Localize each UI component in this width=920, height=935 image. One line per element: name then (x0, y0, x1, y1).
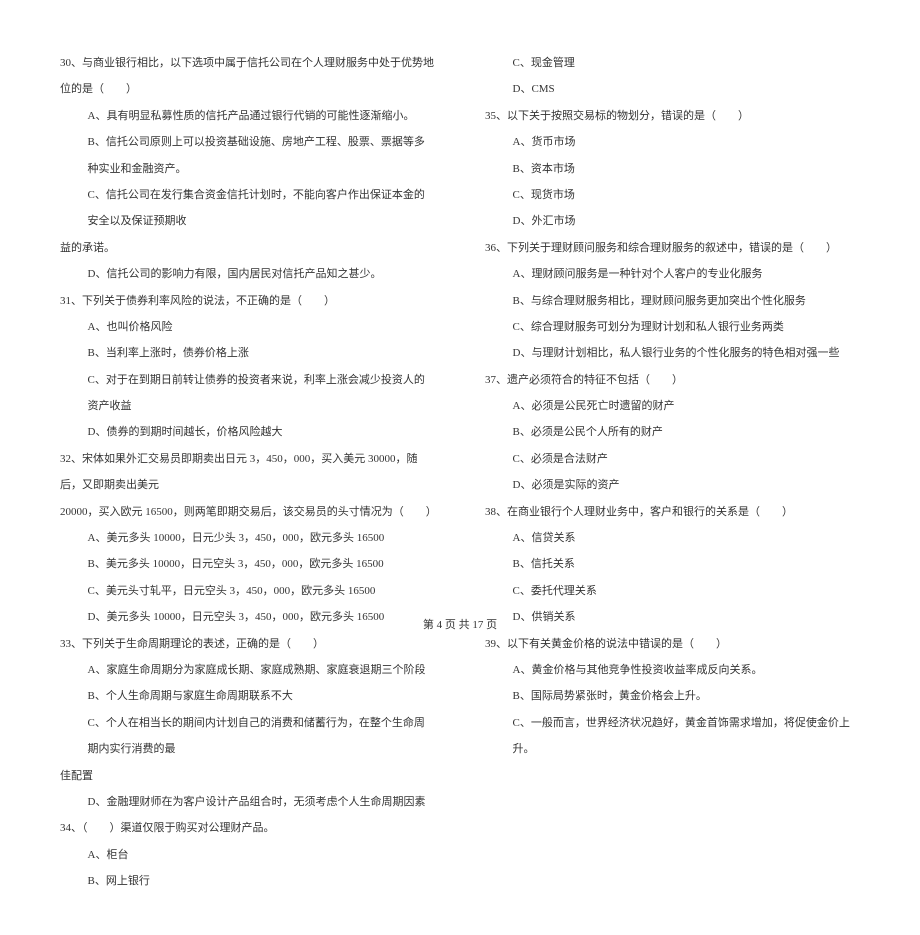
question-31: 31、下列关于债券利率风险的说法，不正确的是（ ） (60, 288, 435, 314)
option-35c: C、现货市场 (485, 182, 860, 208)
left-column: 30、与商业银行相比，以下选项中属于信托公司在个人理财服务中处于优势地位的是（ … (60, 50, 435, 895)
question-36: 36、下列关于理财顾问服务和综合理财服务的叙述中，错误的是（ ） (485, 235, 860, 261)
option-34b: B、网上银行 (60, 868, 435, 894)
question-38: 38、在商业银行个人理财业务中，客户和银行的关系是（ ） (485, 499, 860, 525)
option-38c: C、委托代理关系 (485, 578, 860, 604)
option-39c: C、一般而言，世界经济状况趋好，黄金首饰需求增加，将促使金价上升。 (485, 710, 860, 763)
option-31c: C、对于在到期日前转让债券的投资者来说，利率上涨会减少投资人的资产收益 (60, 367, 435, 420)
question-39: 39、以下有关黄金价格的说法中错误的是（ ） (485, 631, 860, 657)
question-35: 35、以下关于按照交易标的物划分，错误的是（ ） (485, 103, 860, 129)
option-30d: D、信托公司的影响力有限，国内居民对信托产品知之甚少。 (60, 261, 435, 287)
option-32a: A、美元多头 10000，日元少头 3，450，000，欧元多头 16500 (60, 525, 435, 551)
question-37: 37、遗产必须符合的特征不包括（ ） (485, 367, 860, 393)
option-31d: D、债券的到期时间越长，价格风险越大 (60, 419, 435, 445)
page-footer: 第 4 页 共 17 页 (0, 616, 920, 632)
page-content: 30、与商业银行相比，以下选项中属于信托公司在个人理财服务中处于优势地位的是（ … (0, 0, 920, 935)
option-34c: C、现金管理 (485, 50, 860, 76)
option-36b: B、与综合理财服务相比，理财顾问服务更加突出个性化服务 (485, 288, 860, 314)
option-36d: D、与理财计划相比，私人银行业务的个性化服务的特色相对强一些 (485, 340, 860, 366)
option-32b: B、美元多头 10000，日元空头 3，450，000，欧元多头 16500 (60, 551, 435, 577)
option-33c-cont: 佳配置 (60, 763, 435, 789)
option-33c: C、个人在相当长的期间内计划自己的消费和储蓄行为，在整个生命周期内实行消费的最 (60, 710, 435, 763)
option-33b: B、个人生命周期与家庭生命周期联系不大 (60, 683, 435, 709)
right-column: C、现金管理 D、CMS 35、以下关于按照交易标的物划分，错误的是（ ） A、… (485, 50, 860, 895)
option-39b: B、国际局势紧张时，黄金价格会上升。 (485, 683, 860, 709)
option-31a: A、也叫价格风险 (60, 314, 435, 340)
option-37d: D、必须是实际的资产 (485, 472, 860, 498)
option-34d: D、CMS (485, 76, 860, 102)
option-30a: A、具有明显私募性质的信托产品通过银行代销的可能性逐渐缩小。 (60, 103, 435, 129)
option-35d: D、外汇市场 (485, 208, 860, 234)
option-30c: C、信托公司在发行集合资金信托计划时，不能向客户作出保证本金的安全以及保证预期收 (60, 182, 435, 235)
option-33d: D、金融理财师在为客户设计产品组合时，无须考虑个人生命周期因素 (60, 789, 435, 815)
question-34: 34、（ ）渠道仅限于购买对公理财产品。 (60, 815, 435, 841)
question-32: 32、宋体如果外汇交易员即期卖出日元 3，450，000，买入美元 30000，… (60, 446, 435, 499)
option-37c: C、必须是合法财产 (485, 446, 860, 472)
option-36a: A、理财顾问服务是一种针对个人客户的专业化服务 (485, 261, 860, 287)
option-37a: A、必须是公民死亡时遗留的财产 (485, 393, 860, 419)
option-30c-cont: 益的承诺。 (60, 235, 435, 261)
option-33a: A、家庭生命周期分为家庭成长期、家庭成熟期、家庭衰退期三个阶段 (60, 657, 435, 683)
option-32c: C、美元头寸轧平，日元空头 3，450，000，欧元多头 16500 (60, 578, 435, 604)
question-30: 30、与商业银行相比，以下选项中属于信托公司在个人理财服务中处于优势地位的是（ … (60, 50, 435, 103)
option-35b: B、资本市场 (485, 156, 860, 182)
question-33: 33、下列关于生命周期理论的表述，正确的是（ ） (60, 631, 435, 657)
option-37b: B、必须是公民个人所有的财产 (485, 419, 860, 445)
option-39a: A、黄金价格与其他竞争性投资收益率成反向关系。 (485, 657, 860, 683)
option-35a: A、货币市场 (485, 129, 860, 155)
option-36c: C、综合理财服务可划分为理财计划和私人银行业务两类 (485, 314, 860, 340)
option-30b: B、信托公司原则上可以投资基础设施、房地产工程、股票、票据等多种实业和金融资产。 (60, 129, 435, 182)
option-34a: A、柜台 (60, 842, 435, 868)
option-38b: B、信托关系 (485, 551, 860, 577)
option-38a: A、信贷关系 (485, 525, 860, 551)
option-31b: B、当利率上涨时，债券价格上涨 (60, 340, 435, 366)
question-32-cont: 20000，买入欧元 16500，则两笔即期交易后，该交易员的头寸情况为（ ） (60, 499, 435, 525)
